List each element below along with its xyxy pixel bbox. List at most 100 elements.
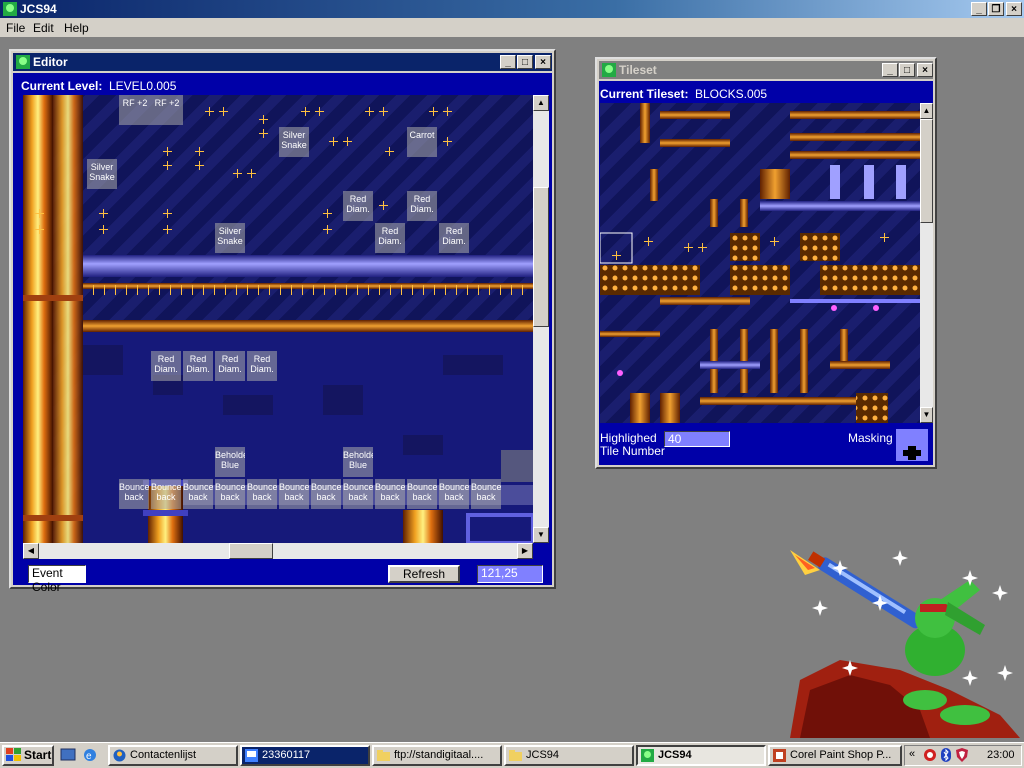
editor-hscroll-thumb[interactable]	[229, 543, 273, 559]
event-label: Bounce back	[247, 479, 277, 509]
jazz-app-icon	[3, 2, 17, 16]
highlighted-tile-field: 40	[664, 431, 730, 447]
current-tileset-value: BLOCKS.005	[695, 87, 768, 101]
msn-tray-icon[interactable]	[923, 748, 937, 762]
event-label: Silver Snake	[215, 223, 245, 253]
refresh-button[interactable]: Refresh	[388, 565, 460, 583]
scroll-right-icon[interactable]: ▶	[517, 543, 533, 559]
jazz-window-icon	[16, 55, 30, 69]
scroll-up-icon[interactable]: ▲	[920, 103, 933, 119]
event-label: Red Diam.	[375, 223, 405, 253]
gem-sparkle-icon	[35, 225, 44, 234]
tileset-view[interactable]	[600, 103, 920, 423]
gem-sparkle-icon	[205, 107, 214, 116]
bluetooth-icon[interactable]	[939, 748, 953, 762]
taskbar-item-contacts[interactable]: Contactenlijst	[108, 745, 238, 766]
gem-sparkle-icon	[219, 107, 228, 116]
app-title: JCS94	[20, 2, 57, 16]
tileset-close-icon[interactable]: ×	[917, 63, 933, 77]
scroll-left-icon[interactable]: ◀	[23, 543, 39, 559]
antivirus-shield-icon[interactable]	[955, 748, 969, 762]
gem-sparkle-icon	[259, 115, 268, 124]
folder-icon	[509, 750, 522, 761]
event-label: Red Diam.	[343, 191, 373, 221]
taskbar-item-23360117[interactable]: 23360117	[240, 745, 370, 766]
tileset-titlebar[interactable]: Tileset _ □ ×	[599, 61, 933, 79]
gem-sparkle-icon	[35, 209, 44, 218]
tileset-minimize-icon[interactable]: _	[882, 63, 898, 77]
menu-edit[interactable]: Edit	[33, 21, 54, 35]
current-level-value: LEVEL0.005	[109, 79, 177, 93]
svg-text:e: e	[86, 751, 92, 762]
tileset-vscroll-thumb[interactable]	[920, 119, 933, 223]
event-label: Bounce back	[151, 479, 181, 509]
tileset-panel: Current Tileset: BLOCKS.005 ▲ ▼ Highligh…	[599, 81, 933, 465]
level-view[interactable]: RF +2 RF +2 Silver Snake Carrot Silver S…	[23, 95, 533, 543]
tileset-window[interactable]: Tileset _ □ × Current Tileset: BLOCKS.00…	[595, 57, 937, 469]
gem-sparkle-icon	[99, 209, 108, 218]
editor-vscrollbar[interactable]: ▲ ▼	[533, 95, 549, 543]
taskbar: Start e Contactenlijst 23360117 ftp://st…	[0, 742, 1024, 768]
scroll-down-icon[interactable]: ▼	[920, 407, 933, 423]
mask-cross-icon	[903, 446, 921, 460]
tileset-title: Tileset	[619, 63, 657, 77]
show-desktop-icon[interactable]	[60, 746, 76, 764]
gem-sparkle-icon	[163, 161, 172, 170]
gem-sparkle-icon	[233, 169, 242, 178]
current-tileset-label: Current Tileset:	[600, 87, 689, 101]
editor-minimize-icon[interactable]: _	[500, 55, 516, 69]
gem-sparkle-icon	[163, 225, 172, 234]
app-titlebar: JCS94 _ ❐ ×	[0, 0, 1024, 18]
event-label: Bounce back	[375, 479, 405, 509]
gem-sparkle-icon	[698, 243, 707, 252]
editor-hscrollbar[interactable]: ◀ ▶	[23, 543, 533, 559]
masking-toggle[interactable]	[896, 429, 928, 461]
editor-window[interactable]: Editor _ □ × Current Level: LEVEL0.005 R…	[9, 49, 556, 594]
menu-help[interactable]: Help	[64, 21, 89, 35]
ie-quicklaunch-icon[interactable]: e	[82, 746, 98, 764]
taskbar-item-ftp[interactable]: ftp://standigitaal....	[372, 745, 502, 766]
system-tray: « 23:00	[904, 745, 1022, 766]
scroll-up-icon[interactable]: ▲	[533, 95, 549, 111]
gem-sparkle-icon	[323, 225, 332, 234]
event-label: Bounce back	[471, 479, 501, 509]
scroll-down-icon[interactable]: ▼	[533, 527, 549, 543]
event-label: Red Diam.	[215, 351, 245, 381]
gem-sparkle-icon	[301, 107, 310, 116]
menu-file[interactable]: File	[6, 21, 25, 35]
event-label: Bounce back	[439, 479, 469, 509]
tileset-vscrollbar[interactable]: ▲ ▼	[920, 103, 933, 423]
editor-maximize-icon[interactable]: □	[517, 55, 533, 69]
editor-close-icon[interactable]: ×	[535, 55, 551, 69]
tray-expand-icon[interactable]: «	[909, 748, 915, 760]
gem-sparkle-icon	[644, 237, 653, 246]
event-label: Bounce back	[183, 479, 213, 509]
close-icon[interactable]: ×	[1006, 2, 1022, 16]
jazz-jackrabbit-mascot	[790, 550, 1020, 738]
editor-titlebar[interactable]: Editor _ □ ×	[13, 53, 552, 71]
taskbar-item-paintshop[interactable]: Corel Paint Shop P...	[768, 745, 902, 766]
event-label: Silver Snake	[87, 159, 117, 189]
gem-sparkle-icon	[343, 137, 352, 146]
gem-sparkle-icon	[365, 107, 374, 116]
event-color-field[interactable]: Event Color	[28, 565, 86, 594]
event-label: Red Diam.	[247, 351, 277, 381]
tileset-maximize-icon[interactable]: □	[899, 63, 915, 77]
event-label: Bounce back	[343, 479, 373, 509]
start-button[interactable]: Start	[2, 745, 54, 766]
gem-sparkle-icon	[163, 147, 172, 156]
taskbar-item-jcs94-app[interactable]: JCS94	[636, 745, 766, 766]
gem-sparkle-icon	[770, 237, 779, 246]
gem-sparkle-icon	[612, 251, 621, 260]
minimize-icon[interactable]: _	[971, 2, 987, 16]
taskbar-item-jcs94-folder[interactable]: JCS94	[504, 745, 634, 766]
restore-icon[interactable]: ❐	[988, 2, 1004, 16]
gem-sparkle-icon	[684, 243, 693, 252]
gem-sparkle-icon	[429, 107, 438, 116]
event-label: Beholde Blue	[215, 447, 245, 477]
event-label: Silver Snake	[279, 127, 309, 157]
tile-number-label: Tile Number	[600, 444, 665, 458]
editor-vscroll-thumb[interactable]	[533, 187, 549, 327]
jazz-app-icon	[641, 749, 654, 762]
gem-sparkle-icon	[163, 209, 172, 218]
